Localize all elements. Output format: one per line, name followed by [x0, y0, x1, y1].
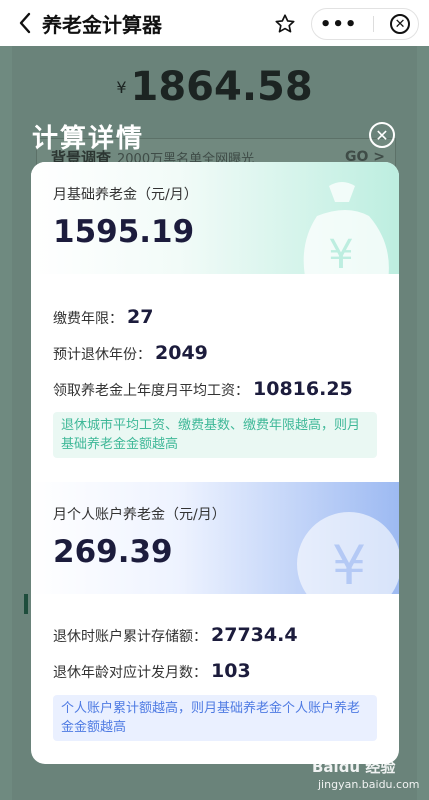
- chevron-left-icon[interactable]: [14, 12, 36, 34]
- basic-pension-hero: 月基础养老金（元/月） 1595.19 ¥: [31, 162, 399, 274]
- nav-bar: 养老金计算器 ••• ✕: [0, 0, 429, 46]
- page-title: 养老金计算器: [42, 12, 162, 37]
- row-label: 缴费年限：: [53, 311, 123, 327]
- row-value: 103: [211, 660, 251, 682]
- info-row: 缴费年限： 27: [53, 306, 153, 328]
- more-dots-icon[interactable]: •••: [320, 14, 358, 35]
- watermark-brand: Baidu 经验: [312, 758, 396, 776]
- personal-pension-label: 月个人账户养老金（元/月）: [53, 507, 226, 523]
- currency-symbol: ¥: [116, 77, 127, 97]
- row-label: 退休时账户累计存储额：: [53, 629, 207, 645]
- info-row: 退休时账户累计存储额： 27734.4: [53, 624, 298, 646]
- star-icon[interactable]: [273, 12, 297, 36]
- modal-close-icon[interactable]: ✕: [369, 122, 395, 148]
- capsule-divider: [373, 16, 375, 32]
- basic-pension-value: 1595.19: [53, 214, 195, 250]
- money-bag-icon: ¥: [303, 182, 389, 274]
- personal-pension-value: 269.39: [53, 534, 173, 570]
- close-circle-icon[interactable]: ✕: [390, 14, 411, 34]
- svg-text:¥: ¥: [332, 534, 366, 594]
- row-value: 2049: [155, 342, 208, 364]
- basic-pension-note: 退休城市平均工资、缴费基数、缴费年限越高，则月基础养老金金额越高: [53, 412, 377, 458]
- info-row: 预计退休年份： 2049: [53, 342, 208, 364]
- svg-text:¥: ¥: [328, 232, 353, 274]
- basic-pension-label: 月基础养老金（元/月）: [53, 187, 198, 203]
- personal-pension-hero: 月个人账户养老金（元/月） 269.39 ¥: [31, 482, 399, 594]
- info-row: 领取养老金上年度月平均工资： 10816.25: [53, 378, 353, 400]
- row-value: 27: [127, 306, 154, 328]
- background-amount: ¥1864.58: [12, 64, 417, 110]
- row-value: 27734.4: [211, 624, 298, 646]
- nav-actions: ••• ✕: [273, 8, 419, 40]
- row-label: 预计退休年份：: [53, 347, 151, 363]
- watermark-url: jingyan.baidu.com: [318, 778, 420, 791]
- details-card: 月基础养老金（元/月） 1595.19 ¥ 缴费年限： 27 预计退休年份： 204…: [31, 162, 399, 764]
- personal-pension-note: 个人账户累计额越高，则月基础养老金个人账户养老金金额越高: [53, 695, 377, 741]
- section-marker: [24, 594, 28, 614]
- modal-title: 计算详情: [32, 124, 145, 154]
- capsule-menu: ••• ✕: [311, 8, 419, 40]
- info-row: 退休年龄对应计发月数： 103: [53, 660, 251, 682]
- row-label: 领取养老金上年度月平均工资：: [53, 383, 249, 399]
- row-value: 10816.25: [253, 378, 353, 400]
- total-amount: 1864.58: [130, 64, 313, 110]
- yuan-coin-icon: ¥: [297, 512, 399, 594]
- row-label: 退休年龄对应计发月数：: [53, 665, 207, 681]
